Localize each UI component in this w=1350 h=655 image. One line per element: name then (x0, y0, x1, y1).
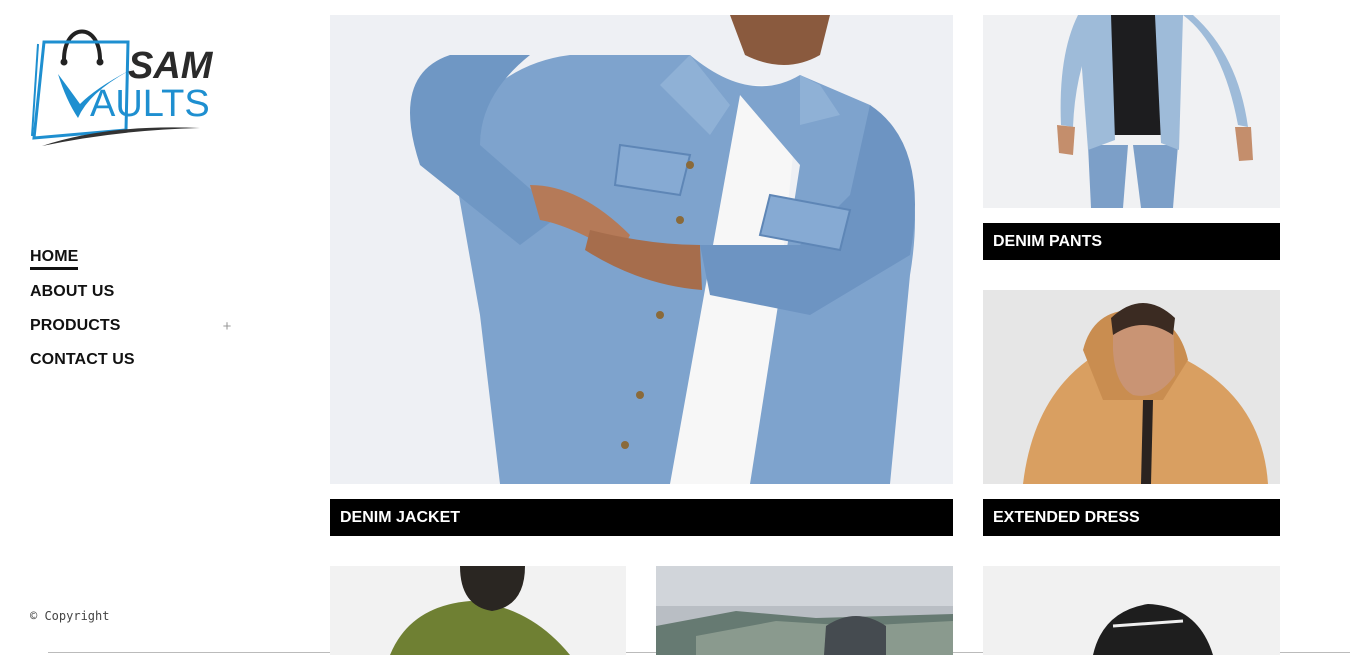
product-image-denim-pants[interactable] (983, 15, 1280, 208)
product-image-green-hoodie[interactable] (330, 566, 626, 655)
nav-item-label: CONTACT US (30, 351, 135, 368)
nav-item-products[interactable]: PRODUCTS + (30, 309, 235, 343)
nav-item-about-us[interactable]: ABOUT US (30, 275, 235, 309)
nav-item-label: PRODUCTS (30, 317, 121, 334)
main-nav: HOME ABOUT US PRODUCTS + CONTACT US (30, 241, 235, 377)
product-image-denim-jacket[interactable] (330, 15, 953, 484)
brand-line1: SAM (128, 45, 214, 87)
copyright-text: © Copyright (30, 609, 110, 623)
product-image-cap[interactable] (983, 566, 1280, 655)
nav-item-contact-us[interactable]: CONTACT US (30, 343, 235, 377)
product-image-extended-dress[interactable] (983, 290, 1280, 484)
product-caption-extended-dress[interactable]: EXTENDED DRESS (983, 499, 1280, 536)
brand-line2: AULTS (90, 83, 210, 125)
brand-logo[interactable]: SAM AULTS (28, 20, 233, 155)
expand-plus-icon[interactable]: + (219, 318, 235, 335)
nav-item-label: ABOUT US (30, 283, 115, 300)
product-image-backpack[interactable] (656, 566, 953, 655)
nav-item-home[interactable]: HOME (30, 241, 235, 275)
product-caption-denim-jacket[interactable]: DENIM JACKET (330, 499, 953, 536)
product-caption-denim-pants[interactable]: DENIM PANTS (983, 223, 1280, 260)
nav-item-label: HOME (30, 247, 79, 270)
